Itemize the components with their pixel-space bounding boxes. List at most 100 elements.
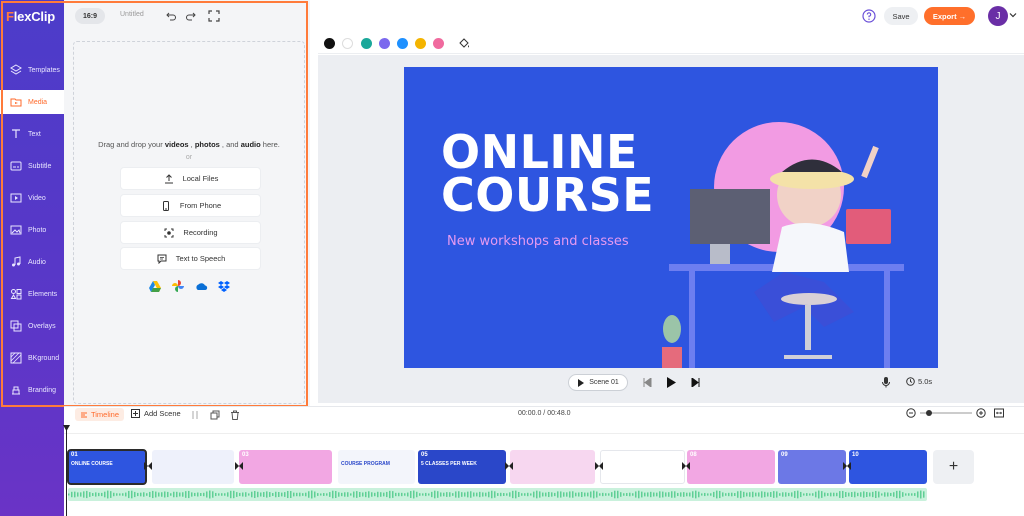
paint-bucket-icon[interactable] bbox=[458, 37, 470, 49]
sidebar-item-audio[interactable]: Audio bbox=[0, 250, 64, 274]
onedrive-icon[interactable] bbox=[194, 279, 208, 293]
text-icon bbox=[8, 126, 24, 142]
project-name[interactable]: Untitled bbox=[120, 11, 144, 18]
sidebar-item-bkground[interactable]: BKground bbox=[0, 346, 64, 370]
scene-thumbnail[interactable]: 08 bbox=[687, 450, 775, 484]
color-swatch-white[interactable] bbox=[342, 38, 353, 49]
add-scene-button[interactable]: Add Scene bbox=[131, 409, 181, 418]
button-label: Local Files bbox=[182, 174, 219, 183]
transition-icon[interactable] bbox=[595, 462, 603, 470]
scene-thumbnail[interactable] bbox=[600, 450, 685, 484]
color-swatch-black[interactable] bbox=[324, 38, 335, 49]
zoom-slider[interactable] bbox=[920, 410, 972, 416]
sidebar-item-label: Video bbox=[28, 194, 46, 202]
duplicate-icon[interactable] bbox=[209, 409, 220, 420]
scene-thumbnail[interactable] bbox=[510, 450, 595, 484]
chevron-down-icon[interactable] bbox=[1009, 11, 1017, 19]
transition-icon[interactable] bbox=[843, 462, 851, 470]
zoom-slider-knob[interactable] bbox=[926, 410, 932, 416]
sidebar-item-label: BKground bbox=[28, 354, 60, 362]
play-button[interactable] bbox=[665, 376, 677, 388]
audio-waveform bbox=[68, 490, 925, 499]
scene-label: Scene 01 bbox=[589, 379, 619, 386]
photo-icon bbox=[8, 222, 24, 238]
split-icon[interactable] bbox=[189, 409, 200, 420]
overlays-icon bbox=[8, 318, 24, 334]
scene-text: 5 CLASSES PER WEEK bbox=[421, 461, 477, 467]
slide-subtitle[interactable]: New workshops and classes bbox=[447, 234, 629, 249]
scene-thumbnail[interactable]: 03 bbox=[239, 450, 332, 484]
slide-title[interactable]: ONLINE COURSE bbox=[441, 129, 654, 218]
scene-thumbnail[interactable] bbox=[152, 450, 234, 484]
tab-timeline[interactable]: Timeline bbox=[75, 408, 124, 421]
skip-back-icon[interactable] bbox=[641, 376, 653, 388]
scene-thumbnail[interactable]: 09 bbox=[778, 450, 846, 484]
export-button[interactable]: Export → bbox=[924, 7, 975, 25]
transition-icon[interactable] bbox=[682, 462, 690, 470]
sidebar-item-photo[interactable]: Photo bbox=[0, 218, 64, 242]
sidebar-item-video[interactable]: Video bbox=[0, 186, 64, 210]
scene-thumbnail[interactable]: COURSE PROGRAM bbox=[338, 450, 415, 484]
sidebar-item-elements[interactable]: Elements bbox=[0, 282, 64, 306]
avatar[interactable]: J bbox=[988, 6, 1008, 26]
color-swatch-pink[interactable] bbox=[433, 38, 444, 49]
sidebar-item-label: Photo bbox=[28, 226, 47, 234]
local-files-button[interactable]: Local Files bbox=[121, 168, 260, 189]
or-separator: or bbox=[185, 154, 193, 161]
sidebar-item-text[interactable]: Text bbox=[0, 122, 64, 146]
zoom-out-icon[interactable] bbox=[906, 408, 916, 418]
redo-icon[interactable] bbox=[184, 9, 198, 23]
scene-number: 10 bbox=[852, 452, 859, 458]
fullscreen-icon[interactable] bbox=[207, 9, 221, 23]
speech-icon bbox=[156, 253, 168, 265]
color-swatch-blue[interactable] bbox=[397, 38, 408, 49]
add-scene-tile[interactable]: + bbox=[933, 450, 974, 484]
help-icon[interactable] bbox=[862, 9, 876, 23]
google-photos-icon[interactable] bbox=[171, 279, 185, 293]
color-swatch-purple[interactable] bbox=[379, 38, 390, 49]
slide-preview[interactable]: ONLINE COURSE New workshops and classes bbox=[404, 67, 938, 368]
sidebar-item-branding[interactable]: Branding bbox=[0, 378, 64, 402]
button-label: Text to Speech bbox=[175, 254, 226, 263]
audio-track[interactable] bbox=[68, 488, 927, 501]
transition-icon[interactable] bbox=[235, 462, 243, 470]
sidebar: FlexClip Templates Media Text Subtitle V… bbox=[0, 0, 64, 516]
recording-button[interactable]: Recording bbox=[121, 222, 260, 243]
scene-text: ONLINE COURSE bbox=[71, 461, 113, 467]
dropbox-icon[interactable] bbox=[217, 279, 231, 293]
sidebar-item-overlays[interactable]: Overlays bbox=[0, 314, 64, 338]
sidebar-item-label: Branding bbox=[28, 386, 57, 394]
timeline-ruler[interactable] bbox=[64, 424, 1024, 434]
color-swatch-yellow[interactable] bbox=[415, 38, 426, 49]
skip-forward-icon[interactable] bbox=[689, 376, 701, 388]
scene-selector[interactable]: Scene 01 bbox=[568, 374, 628, 391]
delete-icon[interactable] bbox=[229, 409, 240, 420]
playhead[interactable] bbox=[66, 426, 67, 516]
clock-icon bbox=[906, 377, 915, 386]
flexclip-logo[interactable]: FlexClip bbox=[6, 9, 55, 24]
from-phone-button[interactable]: From Phone bbox=[121, 195, 260, 216]
scene-duration[interactable]: 5.0s bbox=[906, 377, 932, 386]
scene-thumbnail[interactable]: 10 bbox=[849, 450, 927, 484]
transition-icon[interactable] bbox=[505, 462, 513, 470]
music-icon bbox=[8, 254, 24, 270]
text-to-speech-button[interactable]: Text to Speech bbox=[121, 248, 260, 269]
sidebar-item-media[interactable]: Media bbox=[0, 90, 64, 114]
microphone-icon[interactable] bbox=[880, 376, 892, 388]
save-button[interactable]: Save bbox=[884, 7, 918, 25]
zoom-in-icon[interactable] bbox=[976, 408, 986, 418]
subtitle-icon bbox=[8, 158, 24, 174]
aspect-ratio-button[interactable]: 16:9 bbox=[75, 8, 105, 24]
background-icon bbox=[8, 350, 24, 366]
fit-width-icon[interactable] bbox=[994, 408, 1004, 418]
transition-icon[interactable] bbox=[144, 462, 152, 470]
sidebar-item-templates[interactable]: Templates bbox=[0, 58, 64, 82]
color-swatch-teal[interactable] bbox=[361, 38, 372, 49]
timeline-icon bbox=[80, 412, 87, 417]
scene-thumbnail[interactable]: 05 5 CLASSES PER WEEK bbox=[418, 450, 506, 484]
branding-icon bbox=[8, 382, 24, 398]
scene-thumbnail[interactable]: 01 ONLINE COURSE bbox=[67, 449, 147, 485]
google-drive-icon[interactable] bbox=[148, 279, 162, 293]
sidebar-item-subtitle[interactable]: Subtitle bbox=[0, 154, 64, 178]
undo-icon[interactable] bbox=[164, 9, 178, 23]
